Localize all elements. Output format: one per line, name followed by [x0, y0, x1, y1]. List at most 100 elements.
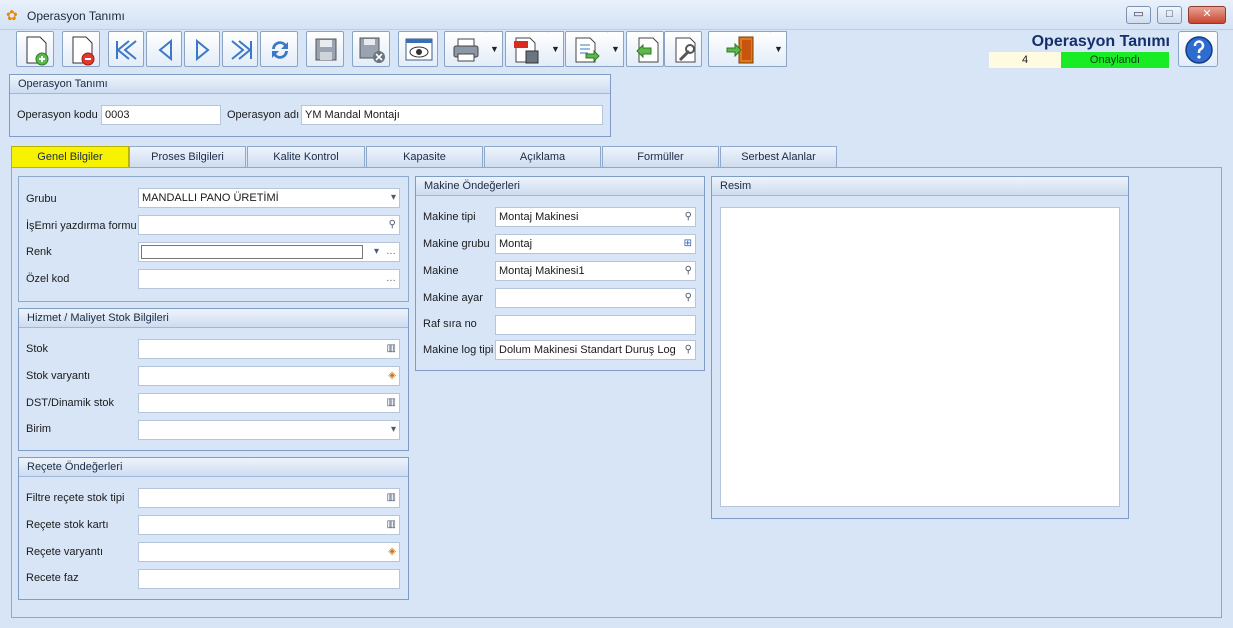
lookup-icon[interactable]: ⚲ [685, 343, 692, 357]
chevron-down-icon: ▾ [390, 424, 396, 435]
group-select-value: MANDALLI PANO ÜRETİMİ [142, 192, 279, 204]
pdf-export-icon [514, 37, 539, 64]
tab-quality-control[interactable]: Kalite Kontrol [247, 146, 365, 167]
machine-log-type-label: Makine log tipi [423, 344, 494, 356]
window-title: Operasyon Tanımı [27, 9, 125, 23]
work-order-form-label: İşEmri yazdırma formu [26, 220, 137, 232]
tab-capacity[interactable]: Kapasite [366, 146, 483, 167]
operation-code-label: Operasyon kodu [17, 109, 98, 121]
recipe-variant-field[interactable]: ◈ [138, 542, 400, 562]
machine-type-field[interactable]: Montaj Makinesi ⚲ [495, 207, 696, 227]
special-code-field[interactable]: … [138, 269, 400, 289]
import-icon [636, 37, 659, 63]
ellipsis-icon[interactable]: … [386, 245, 396, 259]
import-button[interactable] [626, 31, 664, 67]
stock-variant-field[interactable]: ◈ [138, 366, 400, 386]
barcode-icon[interactable]: ▥ [387, 396, 396, 410]
image-box[interactable] [720, 207, 1120, 507]
tab-description[interactable]: Açıklama [484, 146, 601, 167]
print-button[interactable] [444, 31, 488, 67]
service-stock-caption: Hizmet / Maliyet Stok Bilgileri [19, 309, 408, 328]
machine-group-value: Montaj [499, 238, 533, 250]
recipe-phase-label: Recete faz [26, 572, 79, 584]
delete-record-button[interactable] [62, 31, 100, 67]
print-icon [453, 38, 479, 62]
recipe-filter-field[interactable]: ▥ [138, 488, 400, 508]
help-button[interactable] [1178, 31, 1218, 67]
color-swatch [141, 245, 363, 259]
color-field[interactable]: ▾ … [138, 242, 400, 262]
tag-icon[interactable]: ◈ [388, 545, 396, 559]
minimize-button[interactable]: ▭ [1126, 6, 1151, 24]
unit-select[interactable]: ▾ [138, 420, 400, 440]
lookup-icon[interactable]: ⚲ [685, 264, 692, 278]
machine-log-type-value: Dolum Makinesi Standart Duruş Log [499, 344, 676, 356]
machine-setup-field[interactable]: ⚲ [495, 288, 696, 308]
export-button[interactable] [565, 31, 609, 67]
machine-setup-label: Makine ayar [423, 292, 483, 304]
exit-dropdown-button[interactable]: ▼ [771, 31, 787, 67]
refresh-icon [272, 41, 288, 59]
first-record-button[interactable] [108, 31, 144, 67]
recipe-card-field[interactable]: ▥ [138, 515, 400, 535]
stock-variant-label: Stok varyantı [26, 370, 91, 382]
save-button[interactable] [306, 31, 344, 67]
refresh-button[interactable] [260, 31, 298, 67]
tab-process-info[interactable]: Proses Bilgileri [129, 146, 246, 167]
form-header-title: Operasyon Tanımı [1031, 33, 1170, 50]
lookup-icon[interactable]: ⚲ [685, 210, 692, 224]
tab-general-info[interactable]: Genel Bilgiler [11, 146, 129, 167]
ellipsis-icon[interactable]: … [386, 272, 396, 286]
operation-name-field[interactable]: YM Mandal Montajı [301, 105, 603, 125]
operation-name-label: Operasyon adı [227, 109, 300, 121]
maximize-button[interactable]: □ [1157, 6, 1182, 24]
lookup-icon[interactable]: ⚲ [685, 291, 692, 305]
operation-code-field[interactable]: 0003 [101, 105, 221, 125]
chevron-down-icon[interactable]: ▾ [374, 245, 379, 259]
tab-formulas[interactable]: Formüller [602, 146, 719, 167]
preview-button[interactable] [398, 31, 438, 67]
machine-log-type-field[interactable]: Dolum Makinesi Standart Duruş Log ⚲ [495, 340, 696, 360]
help-icon [1185, 36, 1213, 64]
machine-group-label: Makine grubu [423, 238, 490, 250]
machine-field[interactable]: Montaj Makinesi1 ⚲ [495, 261, 696, 281]
machine-defaults-caption: Makine Öndeğerleri [416, 177, 704, 196]
hierarchy-icon[interactable]: ⊞ [684, 237, 692, 251]
stock-field[interactable]: ▥ [138, 339, 400, 359]
pdf-export-dropdown-button[interactable]: ▼ [548, 31, 564, 67]
group-select[interactable]: MANDALLI PANO ÜRETİMİ ▾ [138, 188, 400, 208]
pdf-export-button[interactable] [505, 31, 549, 67]
barcode-icon[interactable]: ▥ [387, 518, 396, 532]
dynamic-stock-field[interactable]: ▥ [138, 393, 400, 413]
shelf-order-label: Raf sıra no [423, 318, 477, 330]
close-button[interactable]: ✕ [1188, 6, 1226, 24]
recipe-phase-field[interactable] [138, 569, 400, 589]
recipe-variant-label: Reçete varyantı [26, 546, 104, 558]
new-record-button[interactable] [16, 31, 54, 67]
save-icon [315, 38, 337, 61]
stock-label: Stok [26, 343, 49, 355]
prev-record-icon [158, 38, 172, 62]
barcode-icon[interactable]: ▥ [387, 491, 396, 505]
last-record-button[interactable] [222, 31, 258, 67]
export-icon [575, 37, 600, 63]
shelf-order-field[interactable] [495, 315, 696, 335]
tag-icon[interactable]: ◈ [388, 369, 396, 383]
previous-record-button[interactable] [146, 31, 182, 67]
export-dropdown-button[interactable]: ▼ [608, 31, 624, 67]
next-record-button[interactable] [184, 31, 220, 67]
lookup-icon[interactable]: ⚲ [389, 218, 396, 232]
title-bar [0, 0, 1233, 30]
tab-free-fields[interactable]: Serbest Alanlar [720, 146, 837, 167]
special-code-label: Özel kod [26, 273, 70, 285]
tools-button[interactable] [664, 31, 702, 67]
machine-group-field[interactable]: Montaj ⊞ [495, 234, 696, 254]
work-order-form-field[interactable]: ⚲ [138, 215, 400, 235]
save-and-close-button[interactable] [352, 31, 390, 67]
unit-label: Birim [26, 423, 52, 435]
save-close-icon [359, 37, 385, 63]
print-dropdown-button[interactable]: ▼ [487, 31, 503, 67]
barcode-icon[interactable]: ▥ [387, 342, 396, 356]
exit-button[interactable] [708, 31, 772, 67]
image-group-caption: Resim [712, 177, 1128, 196]
